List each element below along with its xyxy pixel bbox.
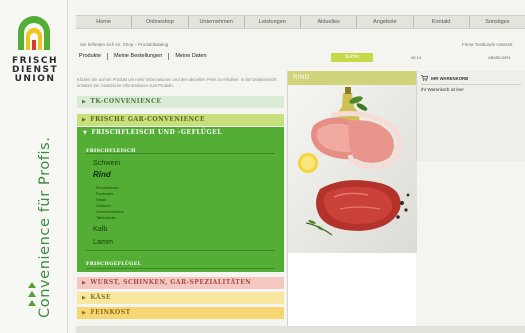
arrow-up-icons bbox=[28, 282, 38, 309]
shopping-cart-icon bbox=[421, 75, 428, 81]
cart-empty-text: Ihr Warenkorb ist leer bbox=[421, 87, 464, 92]
triangle-right-icon: ▶ bbox=[82, 295, 87, 301]
logo-arcs-icon bbox=[18, 16, 50, 50]
intro-text: Klicken Sie auf ein Produkt um mehr Info… bbox=[77, 77, 277, 88]
nav-angebote[interactable]: Angebote bbox=[357, 16, 414, 28]
subnav-daten[interactable]: Meine Daten bbox=[169, 53, 212, 60]
category-frischfleisch-expanded: ▼ FRISCHFLEISCH UND -GEFLÜGEL FRISCHFLEIS… bbox=[77, 127, 284, 272]
triangle-right-icon: ▶ bbox=[82, 117, 87, 123]
category-label: KÄSE bbox=[90, 294, 111, 301]
divider bbox=[421, 84, 521, 85]
item-kalb[interactable]: Kalb bbox=[93, 223, 107, 235]
item-lamm[interactable]: Lamm bbox=[93, 236, 113, 248]
category-tk-convenience[interactable]: ▶ TK-CONVENIENCE bbox=[77, 96, 284, 108]
subnav-bestellungen[interactable]: Meine Bestellungen bbox=[108, 53, 170, 60]
category-feinkost[interactable]: ▶ FEINKOST bbox=[77, 307, 284, 319]
item-rind-selected[interactable]: Rind bbox=[93, 169, 111, 181]
category-label: FRISCHE GAR-CONVENIENCE bbox=[90, 116, 206, 123]
nav-sonstiges[interactable]: Sonstiges bbox=[470, 16, 525, 28]
triangle-right-icon: ▶ bbox=[82, 280, 87, 286]
category-frischfleisch-header[interactable]: ▼ FRISCHFLEISCH UND -GEFLÜGEL bbox=[83, 127, 222, 139]
cart-title: IHR WARENKORB bbox=[431, 75, 469, 81]
footer-strip bbox=[76, 326, 525, 333]
category-label: FRISCHFLEISCH UND -GEFLÜGEL bbox=[91, 129, 222, 136]
subnav-produkte[interactable]: Produkte bbox=[79, 53, 109, 60]
item-schwein[interactable]: Schwein bbox=[93, 157, 120, 169]
brand-column: FRISCH DIENST UNION Convenience für Prof… bbox=[0, 0, 68, 333]
brand-slogan: Convenience für Profis. bbox=[37, 136, 53, 318]
divider bbox=[86, 268, 275, 269]
top-navigation: Home Onlineshop Unternehmen Leistungen A… bbox=[76, 15, 525, 29]
product-image-title: RIND bbox=[288, 71, 417, 85]
category-label: TK-CONVENIENCE bbox=[90, 98, 162, 105]
arrow-up-icon bbox=[28, 291, 36, 297]
arrow-up-icon bbox=[28, 282, 36, 288]
beef-photo[interactable] bbox=[288, 85, 417, 253]
divider bbox=[86, 153, 275, 154]
category-label: WURST, SCHINKEN, GAR-SPEZIALITÄTEN bbox=[90, 279, 252, 286]
category-wurst-schinken[interactable]: ▶ WURST, SCHINKEN, GAR-SPEZIALITÄTEN bbox=[77, 277, 284, 289]
nav-kontakt[interactable]: Kontakt bbox=[414, 16, 470, 28]
cart-header[interactable]: IHR WARENKORB bbox=[421, 75, 468, 81]
date-label: 08.10. bbox=[411, 55, 423, 60]
breadcrumb: Sie befinden sich im: Shop – Produktkata… bbox=[80, 42, 169, 47]
brand-wordmark: FRISCH DIENST UNION bbox=[12, 57, 58, 84]
arrow-up-icon bbox=[28, 300, 36, 306]
cart-panel: IHR WARENKORB Ihr Warenkorb ist leer bbox=[416, 71, 525, 161]
nav-aktuelles[interactable]: Aktuelles bbox=[301, 16, 358, 28]
divider bbox=[86, 250, 275, 251]
triangle-down-icon: ▼ bbox=[83, 130, 88, 136]
frischdienst-logo[interactable] bbox=[14, 14, 54, 54]
page: FRISCH DIENST UNION Convenience für Prof… bbox=[0, 0, 525, 333]
nav-home[interactable]: Home bbox=[76, 16, 133, 28]
subcategory-frischfleisch[interactable]: FRISCHFLEISCH bbox=[86, 145, 136, 157]
category-kaese[interactable]: ▶ KÄSE bbox=[77, 292, 284, 304]
nav-onlineshop[interactable]: Onlineshop bbox=[132, 16, 189, 28]
nav-unternehmen[interactable]: Unternehmen bbox=[189, 16, 245, 28]
triangle-right-icon: ▶ bbox=[82, 99, 87, 105]
category-gar-convenience[interactable]: ▶ FRISCHE GAR-CONVENIENCE bbox=[77, 114, 284, 126]
category-label: FEINKOST bbox=[90, 309, 131, 316]
triangle-right-icon: ▶ bbox=[82, 310, 87, 316]
nav-leistungen[interactable]: Leistungen bbox=[245, 16, 301, 28]
product-image-panel: RIND bbox=[287, 71, 417, 326]
company-name: Firma Testkunde Unterstr. bbox=[462, 42, 514, 47]
sub-navigation: Produkte Meine Bestellungen Meine Daten bbox=[79, 53, 213, 60]
brand-word: UNION bbox=[14, 74, 56, 84]
search-button[interactable]: Suche bbox=[331, 53, 373, 62]
logout-link[interactable]: ABMELDEN bbox=[488, 55, 510, 60]
